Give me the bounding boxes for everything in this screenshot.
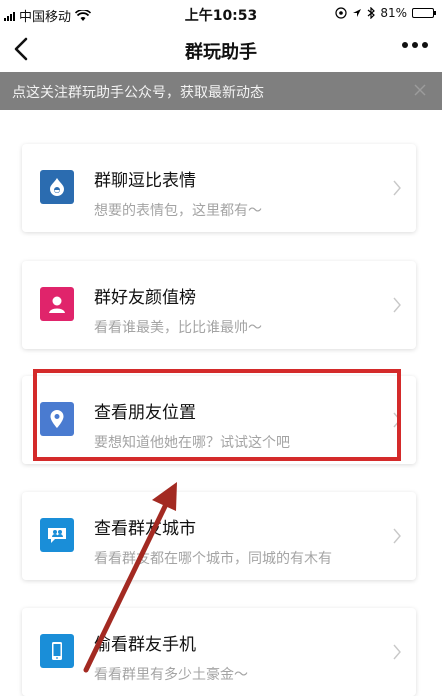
list-item-emoji[interactable]: 群聊逗比表情 想要的表情包，这里都有～ [22,144,416,232]
navigation-icon [353,9,362,17]
list-item-subtitle: 看看谁最美，比比谁最帅～ [94,320,262,336]
list-item-city[interactable]: 查看群友城市 看看群友都在哪个城市，同城的有木有 [22,492,416,580]
status-right: 81% [335,6,436,20]
status-bar: 中国移动 上午10:53 81% [0,0,442,28]
chevron-right-icon [393,644,401,660]
battery-icon [412,8,436,18]
list-item-title: 查看群友城市 [94,519,196,539]
navigation-bar: 群玩助手 [0,28,442,72]
more-dots-icon[interactable] [402,42,428,48]
battery-percent: 81% [380,6,407,20]
chevron-right-icon [393,528,401,544]
list-item-subtitle: 想要的表情包，这里都有～ [94,203,262,219]
notice-bar[interactable]: 点这关注群玩助手公众号，获取最新动态 [0,72,442,110]
highlight-box [33,369,401,461]
close-icon[interactable] [410,80,430,100]
list-item-subtitle: 看看群里有多少土豪金～ [94,667,248,683]
list-item-rank[interactable]: 群好友颜值榜 看看谁最美，比比谁最帅～ [22,261,416,349]
notice-text: 点这关注群玩助手公众号，获取最新动态 [12,85,264,101]
list-item-title: 群聊逗比表情 [94,171,196,191]
chevron-right-icon [393,297,401,313]
phone-icon [40,634,74,668]
list-item-title: 偷看群友手机 [94,635,196,655]
chevron-right-icon [393,180,401,196]
sticker-drop-icon [40,170,74,204]
bluetooth-icon [367,7,376,19]
list-item-phone[interactable]: 偷看群友手机 看看群里有多少土豪金～ [22,608,416,696]
location-icon [335,7,347,19]
person-icon [40,287,74,321]
list-item-title: 群好友颜值榜 [94,288,196,308]
chat-people-icon [40,518,74,552]
list-item-subtitle: 看看群友都在哪个城市，同城的有木有 [94,551,332,567]
page-title: 群玩助手 [185,42,257,63]
